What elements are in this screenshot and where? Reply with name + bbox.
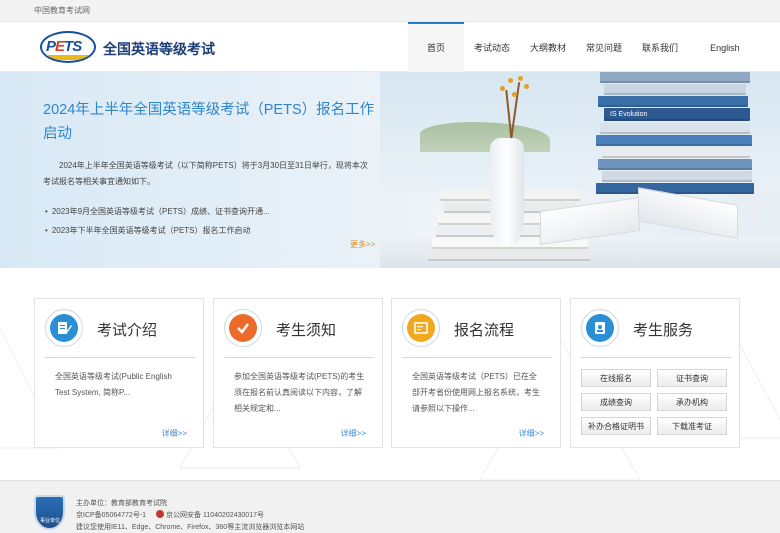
organizers-button[interactable]: 承办机构 — [657, 393, 727, 411]
card-exam-intro[interactable]: 考试介绍 全国英语等级考试(Public English Test System… — [34, 298, 204, 448]
nav-exam-news[interactable]: 考试动态 — [464, 22, 520, 72]
card-candidate-services: 考生服务 在线报名 证书查询 成绩查询 承办机构 补办合格证明书 下载准考证 — [570, 298, 740, 448]
footer-sponsor: 主办单位：教育部教育考试院 — [76, 500, 167, 507]
card-icon-wrap — [224, 309, 262, 347]
flower — [524, 84, 529, 89]
card-icon-wrap — [45, 309, 83, 347]
id-card-icon — [586, 314, 614, 342]
flower — [500, 86, 505, 91]
banner-description: 2024年上半年全国英语等级考试（以下简称PETS）将于3月30日至31日举行，… — [43, 161, 368, 186]
top-strip: 中国教育考试网 — [0, 0, 780, 22]
book — [596, 183, 754, 194]
card-title: 考生服务 — [633, 322, 694, 339]
banner-title[interactable]: 2024年上半年全国英语等级考试（PETS）报名工作启动 — [43, 98, 383, 146]
card-more-link[interactable]: 详细>> — [162, 428, 187, 439]
nav-home[interactable]: 首页 — [408, 22, 464, 72]
card-description: 全国英语等级考试(Public English Test System, 简称P… — [55, 372, 172, 397]
nav-faq[interactable]: 常见问题 — [576, 22, 632, 72]
nav-syllabus[interactable]: 大纲教材 — [520, 22, 576, 72]
card-description: 全国英语等级考试（PETS）已在全部开考省份使用网上报名系统，考生请参照以下操作… — [412, 372, 540, 413]
flower — [518, 76, 523, 81]
white-vase — [490, 138, 524, 246]
card-divider — [402, 357, 552, 358]
book — [600, 123, 750, 134]
footer-icp-row: 京ICP备05064772号-1 京公网安备 11040202430017号 — [76, 510, 264, 520]
card-registration-process[interactable]: 报名流程 全国英语等级考试（PETS）已在全部开考省份使用网上报名系统，考生请参… — [391, 298, 561, 448]
document-pen-icon — [50, 314, 78, 342]
service-buttons: 在线报名 证书查询 成绩查询 承办机构 补办合格证明书 下载准考证 — [581, 369, 731, 435]
site-header: PETS 全国英语等级考试 首页 考试动态 大纲教材 常见问题 联系我们 Eng… — [0, 22, 780, 72]
open-book — [540, 187, 740, 246]
police-link[interactable]: 京公网安备 11040202430017号 — [166, 512, 264, 519]
nav-contact[interactable]: 联系我们 — [632, 22, 688, 72]
card-icon-wrap — [581, 309, 619, 347]
book — [596, 135, 752, 146]
footer-browser-note: 建议您使用IE11、Edge、Chrome、Firefox、360等主流浏览器浏… — [76, 524, 305, 531]
badge-text: 事业单位 — [39, 518, 60, 524]
card-divider — [581, 357, 731, 358]
pets-logo[interactable]: PETS — [40, 31, 96, 63]
book — [598, 159, 752, 170]
card-more-link[interactable]: 详细>> — [341, 428, 366, 439]
book — [602, 147, 750, 158]
flower — [512, 92, 517, 97]
banner-more-link[interactable]: 更多>> — [350, 239, 375, 250]
reissue-certificate-button[interactable]: 补办合格证明书 — [581, 417, 651, 435]
police-emblem-icon — [156, 510, 165, 518]
card-candidate-notes[interactable]: 考生须知 参加全国英语等级考试(PETS)的考生须在报名前认真阅读以下内容，了解… — [213, 298, 383, 448]
card-title: 考试介绍 — [97, 322, 158, 339]
book — [602, 171, 752, 182]
news-link[interactable]: 2023年下半年全国英语等级考试（PETS）报名工作启动 — [45, 221, 270, 240]
site-footer: 事业单位 主办单位：教育部教育考试院 京ICP备05064772号-1 京公网安备… — [0, 480, 780, 533]
card-description: 参加全国英语等级考试(PETS)的考生须在报名前认真阅读以下内容，了解相关规定和… — [234, 372, 365, 413]
registration-form-icon — [407, 314, 435, 342]
checkmark-icon — [229, 314, 257, 342]
online-registration-button[interactable]: 在线报名 — [581, 369, 651, 387]
card-title: 考生须知 — [276, 322, 337, 339]
book — [598, 96, 748, 107]
flower — [508, 78, 513, 83]
hero-banner: IS Evolution 2024年上半年全国英语等级考试（PETS）报名工作启… — [0, 72, 780, 268]
card-divider — [224, 357, 374, 358]
book-evolution: IS Evolution — [604, 108, 750, 121]
logo-text: PETS — [46, 38, 82, 55]
site-title[interactable]: 全国英语等级考试 — [103, 39, 215, 59]
logo-band — [48, 55, 90, 60]
public-institution-badge[interactable]: 事业单位 — [34, 495, 65, 530]
book — [428, 250, 590, 261]
nav-english[interactable]: English — [688, 22, 740, 72]
card-divider — [45, 357, 195, 358]
card-more-link[interactable]: 详细>> — [519, 428, 544, 439]
book — [600, 72, 750, 83]
book — [604, 84, 746, 95]
book-spine-text: IS Evolution — [610, 111, 648, 118]
download-admission-ticket-button[interactable]: 下载准考证 — [657, 417, 727, 435]
card-title: 报名流程 — [454, 322, 515, 339]
certificate-query-button[interactable]: 证书查询 — [657, 369, 727, 387]
news-link[interactable]: 2023年9月全国英语等级考试（PETS）成绩、证书查询开通... — [45, 202, 270, 221]
top-strip-link[interactable]: 中国教育考试网 — [34, 5, 90, 16]
main-nav: 首页 考试动态 大纲教材 常见问题 联系我们 English — [408, 22, 740, 72]
score-query-button[interactable]: 成绩查询 — [581, 393, 651, 411]
icp-link[interactable]: 京ICP备05064772号-1 — [76, 512, 146, 519]
card-icon-wrap — [402, 309, 440, 347]
banner-news-list: 2023年9月全国英语等级考试（PETS）成绩、证书查询开通... 2023年下… — [45, 202, 270, 240]
